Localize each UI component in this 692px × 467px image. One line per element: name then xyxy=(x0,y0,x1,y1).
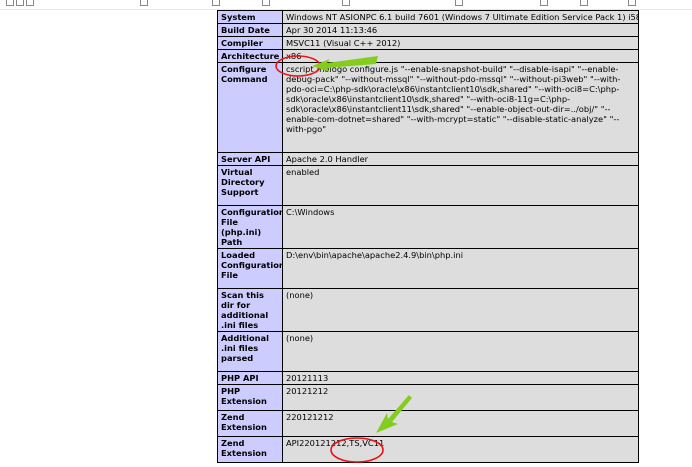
table-row: PHP Extension 20121212 xyxy=(217,384,639,411)
table-row: Compiler MSVC11 (Visual C++ 2012) xyxy=(217,36,639,50)
row-value: (none) xyxy=(282,288,639,332)
table-row: Loaded Configuration File D:\env\bin\apa… xyxy=(217,248,639,289)
toolbar-icon[interactable] xyxy=(6,0,14,6)
table-row: System Windows NT ASIONPC 6.1 build 7601… xyxy=(217,10,639,24)
row-value-text: 220121212 xyxy=(286,412,334,422)
row-key: Configure Command xyxy=(217,62,283,153)
table-row: Additional .ini files parsed (none) xyxy=(217,331,639,372)
table-row: Configure Command cscript /nologo config… xyxy=(217,62,639,153)
row-value-text: enabled xyxy=(286,167,320,177)
row-value-text: (none) xyxy=(286,290,314,300)
row-value-text: x86 xyxy=(286,51,302,61)
row-value: 220121212 xyxy=(282,410,639,437)
table-row: PHP API 20121113 xyxy=(217,371,639,385)
row-value-text: Windows NT ASIONPC 6.1 build 7601 (Windo… xyxy=(286,12,639,22)
row-value-text: Apr 30 2014 11:13:46 xyxy=(286,25,378,35)
row-value: MSVC11 (Visual C++ 2012) xyxy=(282,36,639,50)
table-row: Zend Extension 220121212 xyxy=(217,410,639,437)
row-value-text: (none) xyxy=(286,333,314,343)
toolbar-icon[interactable] xyxy=(540,0,548,6)
table-row: Scan this dir for additional .ini files … xyxy=(217,288,639,332)
row-value-text: 20121113 xyxy=(286,373,329,383)
table-row: Architecture x86 xyxy=(217,49,639,63)
row-key: Architecture xyxy=(217,49,283,63)
row-key: PHP Extension xyxy=(217,384,283,411)
row-value-text: API220121212,TS,VC11 xyxy=(286,438,385,448)
row-value: Apr 30 2014 11:13:46 xyxy=(282,23,639,37)
row-value: x86 xyxy=(282,49,639,63)
row-value-text: Apache 2.0 Handler xyxy=(286,154,369,164)
row-value: 20121212 xyxy=(282,384,639,411)
row-value-text: MSVC11 (Visual C++ 2012) xyxy=(286,38,401,48)
row-key: Virtual Directory Support xyxy=(217,165,283,206)
row-value: API220121212,TS,VC11 xyxy=(282,436,639,463)
table-row: Server API Apache 2.0 Handler xyxy=(217,152,639,166)
table-row: Zend Extension API220121212,TS,VC11 xyxy=(217,436,639,463)
row-value: Apache 2.0 Handler xyxy=(282,152,639,166)
row-value-text: cscript /nologo configure.js "--enable-s… xyxy=(286,64,621,134)
top-toolbar-strip xyxy=(0,0,692,10)
toolbar-icon[interactable] xyxy=(455,0,463,6)
row-key: Additional .ini files parsed xyxy=(217,331,283,372)
row-value: 20121113 xyxy=(282,371,639,385)
row-value: enabled xyxy=(282,165,639,206)
row-key: Scan this dir for additional .ini files xyxy=(217,288,283,332)
toolbar-icon[interactable] xyxy=(342,0,350,6)
toolbar-icon[interactable] xyxy=(262,0,270,6)
row-value-text: C:\Windows xyxy=(286,207,335,217)
table-row: Build Date Apr 30 2014 11:13:46 xyxy=(217,23,639,37)
row-key: System xyxy=(217,10,283,24)
row-key: Compiler xyxy=(217,36,283,50)
row-key: Server API xyxy=(217,152,283,166)
row-value: (none) xyxy=(282,331,639,372)
row-value: cscript /nologo configure.js "--enable-s… xyxy=(282,62,639,153)
toolbar-icon[interactable] xyxy=(212,0,220,6)
row-key: Zend Extension xyxy=(217,410,283,437)
toolbar-icon[interactable] xyxy=(628,0,636,6)
toolbar-icon[interactable] xyxy=(16,0,24,6)
row-value: C:\Windows xyxy=(282,205,639,249)
php-info-table: System Windows NT ASIONPC 6.1 build 7601… xyxy=(217,10,639,463)
table-row: Virtual Directory Support enabled xyxy=(217,165,639,206)
row-value-text: 20121212 xyxy=(286,386,329,396)
browser-page: System Windows NT ASIONPC 6.1 build 7601… xyxy=(0,0,692,467)
row-key: Configuration File (php.ini) Path xyxy=(217,205,283,249)
toolbar-icon[interactable] xyxy=(140,0,148,6)
row-value: Windows NT ASIONPC 6.1 build 7601 (Windo… xyxy=(282,10,639,24)
toolbar-icon[interactable] xyxy=(26,0,34,6)
toolbar-icon[interactable] xyxy=(580,0,588,6)
row-key: PHP API xyxy=(217,371,283,385)
row-key: Loaded Configuration File xyxy=(217,248,283,289)
php-info-table-body: System Windows NT ASIONPC 6.1 build 7601… xyxy=(217,10,639,463)
row-value: D:\env\bin\apache\apache2.4.9\bin\php.in… xyxy=(282,248,639,289)
row-key: Zend Extension xyxy=(217,436,283,463)
table-row: Configuration File (php.ini) Path C:\Win… xyxy=(217,205,639,249)
row-key: Build Date xyxy=(217,23,283,37)
row-value-text: D:\env\bin\apache\apache2.4.9\bin\php.in… xyxy=(286,250,464,260)
